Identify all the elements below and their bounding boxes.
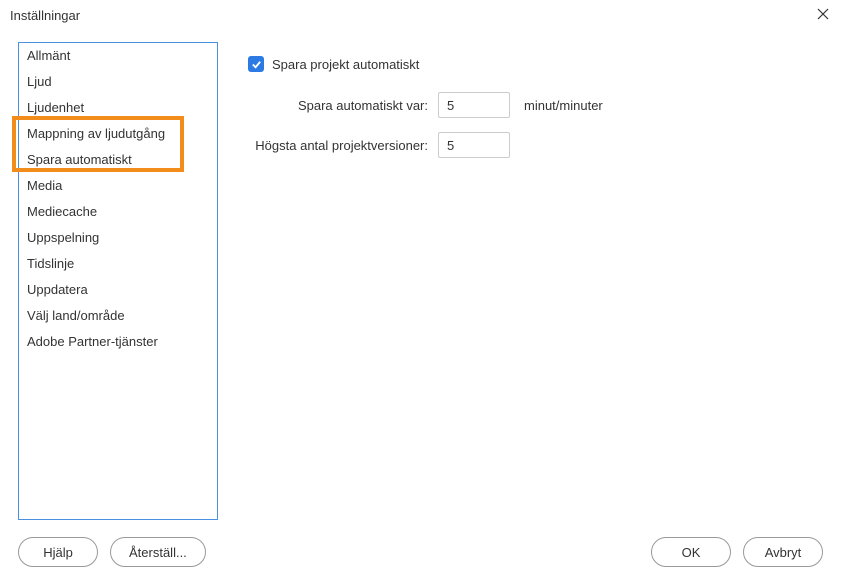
footer-left: Hjälp Återställ... bbox=[18, 537, 206, 567]
close-button[interactable] bbox=[815, 6, 831, 22]
dialog-footer: Hjälp Återställ... OK Avbryt bbox=[0, 537, 841, 567]
interval-input[interactable] bbox=[438, 92, 510, 118]
sidebar-item-timeline[interactable]: Tidslinje bbox=[19, 251, 217, 277]
sidebar-item-general[interactable]: Allmänt bbox=[19, 43, 217, 69]
auto-save-checkbox-label: Spara projekt automatiskt bbox=[272, 57, 419, 72]
help-button[interactable]: Hjälp bbox=[18, 537, 98, 567]
content-pane: Spara projekt automatiskt Spara automati… bbox=[218, 42, 823, 525]
sidebar-item-audio-device[interactable]: Ljudenhet bbox=[19, 95, 217, 121]
auto-save-checkbox-row: Spara projekt automatiskt bbox=[248, 56, 823, 72]
sidebar-item-partner-services[interactable]: Adobe Partner-tjänster bbox=[19, 329, 217, 355]
dialog-title: Inställningar bbox=[10, 8, 80, 23]
versions-input[interactable] bbox=[438, 132, 510, 158]
footer-right: OK Avbryt bbox=[651, 537, 823, 567]
ok-button[interactable]: OK bbox=[651, 537, 731, 567]
sidebar-item-media-cache[interactable]: Mediecache bbox=[19, 199, 217, 225]
versions-label: Högsta antal projektversioner: bbox=[248, 138, 438, 153]
main-area: Allmänt Ljud Ljudenhet Mappning av ljudu… bbox=[0, 30, 841, 525]
sidebar-item-media[interactable]: Media bbox=[19, 173, 217, 199]
category-sidebar: Allmänt Ljud Ljudenhet Mappning av ljudu… bbox=[18, 42, 218, 520]
versions-row: Högsta antal projektversioner: bbox=[248, 132, 823, 158]
sidebar-item-audio[interactable]: Ljud bbox=[19, 69, 217, 95]
sidebar-item-playback[interactable]: Uppspelning bbox=[19, 225, 217, 251]
interval-label: Spara automatiskt var: bbox=[248, 98, 438, 113]
interval-row: Spara automatiskt var: minut/minuter bbox=[248, 92, 823, 118]
sidebar-item-region[interactable]: Välj land/område bbox=[19, 303, 217, 329]
checkmark-icon bbox=[251, 59, 262, 70]
cancel-button[interactable]: Avbryt bbox=[743, 537, 823, 567]
reset-button[interactable]: Återställ... bbox=[110, 537, 206, 567]
auto-save-checkbox[interactable] bbox=[248, 56, 264, 72]
sidebar-item-audio-output-mapping[interactable]: Mappning av ljudutgång bbox=[19, 121, 217, 147]
close-icon bbox=[816, 7, 830, 21]
sidebar-item-auto-save[interactable]: Spara automatiskt bbox=[19, 147, 217, 173]
sidebar-item-update[interactable]: Uppdatera bbox=[19, 277, 217, 303]
title-bar: Inställningar bbox=[0, 0, 841, 30]
interval-suffix: minut/minuter bbox=[524, 98, 603, 113]
